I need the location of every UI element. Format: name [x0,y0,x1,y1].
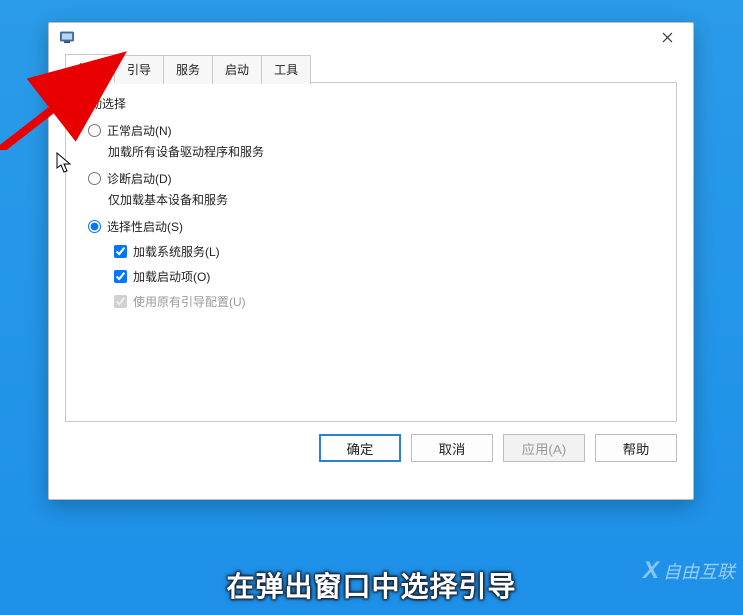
desktop: 常规 引导 服务 启动 工具 启动选择 正常启动(N) 加载所有设备驱动程序和服… [0,0,743,615]
cancel-button[interactable]: 取消 [411,434,493,462]
system-icon [59,29,75,45]
tab-general[interactable]: 常规 [65,54,115,83]
radio-selective-startup-input[interactable] [88,220,101,233]
check-use-boot-config: 使用原有引导配置(U) [114,293,660,310]
check-use-boot-config-label: 使用原有引导配置(U) [133,293,246,310]
msconfig-window: 常规 引导 服务 启动 工具 启动选择 正常启动(N) 加载所有设备驱动程序和服… [48,22,694,500]
check-load-services[interactable]: 加载系统服务(L) [114,243,660,260]
help-button[interactable]: 帮助 [595,434,677,462]
button-row: 确定 取消 应用(A) 帮助 [65,422,677,462]
startup-selection-group: 启动选择 正常启动(N) 加载所有设备驱动程序和服务 诊断启动(D) 仅加载基本… [82,95,660,310]
group-title: 启动选择 [78,95,660,112]
radio-diagnostic-startup[interactable]: 诊断启动(D) [88,170,660,187]
radio-selective-startup-label: 选择性启动(S) [107,218,183,235]
tab-services[interactable]: 服务 [164,55,213,84]
tabpanel-general: 启动选择 正常启动(N) 加载所有设备驱动程序和服务 诊断启动(D) 仅加载基本… [65,82,677,422]
check-load-services-label: 加载系统服务(L) [133,243,220,260]
apply-button: 应用(A) [503,434,585,462]
radio-normal-desc: 加载所有设备驱动程序和服务 [108,143,660,160]
radio-selective-startup[interactable]: 选择性启动(S) [88,218,660,235]
group-body: 正常启动(N) 加载所有设备驱动程序和服务 诊断启动(D) 仅加载基本设备和服务… [82,122,660,310]
close-button[interactable] [649,25,685,49]
check-load-services-input[interactable] [114,245,127,258]
tab-startup[interactable]: 启动 [213,55,262,84]
caption-text: 在弹出窗口中选择引导 [0,565,743,605]
radio-normal-startup-label: 正常启动(N) [107,122,172,139]
tab-boot[interactable]: 引导 [115,55,164,84]
check-load-startup-input[interactable] [114,270,127,283]
radio-diagnostic-startup-input[interactable] [88,172,101,185]
tab-strip: 常规 引导 服务 启动 工具 [65,53,677,82]
radio-normal-startup-input[interactable] [88,124,101,137]
check-load-startup[interactable]: 加载启动项(O) [114,268,660,285]
ok-button[interactable]: 确定 [319,434,401,462]
radio-diagnostic-desc: 仅加载基本设备和服务 [108,191,660,208]
radio-normal-startup[interactable]: 正常启动(N) [88,122,660,139]
close-icon [662,32,673,43]
check-use-boot-config-input [114,295,127,308]
tab-tools[interactable]: 工具 [262,55,311,84]
check-load-startup-label: 加载启动项(O) [133,268,210,285]
radio-diagnostic-startup-label: 诊断启动(D) [107,170,172,187]
titlebar [49,23,693,51]
client-area: 常规 引导 服务 启动 工具 启动选择 正常启动(N) 加载所有设备驱动程序和服… [49,53,693,474]
